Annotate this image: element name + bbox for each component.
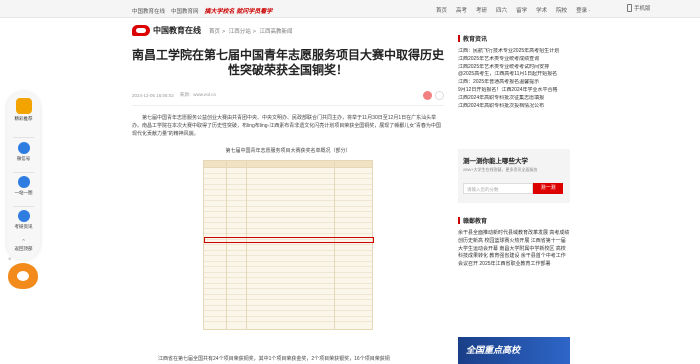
article-source: 来源：www.eol.cn: [179, 92, 217, 97]
mascot-icon[interactable]: [8, 263, 38, 289]
dock-divider: [13, 172, 34, 173]
list-item[interactable]: 江西：2025年普通高考报名温馨提示: [458, 79, 570, 87]
dock-back-top[interactable]: ⌃ 返回顶部: [7, 238, 40, 252]
wechat-icon: [17, 142, 30, 154]
top-slogan: 搞大学校名 就问学员看学: [204, 9, 273, 15]
table-row: [204, 317, 372, 322]
top-link-eol[interactable]: 中国教育在线: [132, 7, 165, 15]
mobile-link[interactable]: 手机版: [627, 4, 651, 12]
close-icon[interactable]: ×: [8, 257, 12, 263]
table-column-line: [334, 161, 335, 329]
top-links: 中国教育在线 中国教育网 搞大学校名 就问学员看学: [132, 6, 273, 16]
table-column-line: [226, 161, 227, 329]
news-icon: [17, 210, 30, 222]
dock-label: 考研资讯: [14, 224, 33, 229]
highlighted-row: [204, 237, 374, 243]
book-icon: [17, 176, 30, 188]
logo-text: 中国教育在线: [153, 26, 201, 35]
top-link-edu[interactable]: 中国教育网: [171, 7, 199, 15]
score-search-box: 测一测你能上哪些大学 28W+大学生在线答疑，更多资讯全面服务 请输入您的分数 …: [458, 149, 570, 203]
nav-gaokao[interactable]: 高考: [456, 6, 467, 14]
dock-label: 精彩推荐: [14, 116, 33, 121]
article-title: 南昌工学院在第七届中国青年志愿服务项目大赛中取得历史性突破荣获全国铜奖！: [132, 48, 445, 77]
sidebar-news: 教育资讯 江西：民航飞行技术专业2025年高考招生计划 江西2025年艺术类专业…: [458, 34, 570, 110]
article-paragraph: 第七届中国青年志愿服务公益创业大赛由共青团中央、中央文明办、民政部联合门共同主办…: [132, 115, 441, 137]
sidebar-heading: 赣鄱教育: [458, 216, 570, 225]
search-row: 请输入您的分数 测一测: [463, 183, 563, 194]
dock-label: 一站一图: [14, 190, 33, 195]
top-bar: 中国教育在线 中国教育网 搞大学校名 就问学员看学 首页 高考 考研 四六 留学…: [0, 0, 700, 18]
mobile-icon: [627, 4, 632, 12]
gift-icon: [15, 98, 32, 114]
crumb-jiangxi[interactable]: 江西分站: [229, 29, 251, 35]
sidebar-local: 赣鄱教育 余干县全面推动新时代县域教育改革发展 高考成绩创历史新高 校园篮球赛火…: [458, 216, 570, 269]
nav-colleges[interactable]: 院校: [556, 6, 567, 14]
list-item[interactable]: @2025高考生，江西高考11月1日起开始报名: [458, 71, 570, 79]
dock-wechat[interactable]: 微信号: [7, 142, 40, 162]
nav-cet[interactable]: 四六: [496, 6, 507, 14]
crumb-home[interactable]: 首页: [209, 29, 220, 35]
divider: [132, 105, 444, 106]
nav-home[interactable]: 首页: [436, 6, 447, 14]
nav-kaoyan[interactable]: 考研: [476, 6, 487, 14]
award-table-image: [203, 160, 374, 330]
left-dock: 精彩推荐 微信号 一站一图 考研资讯 ⌃ 返回顶部: [7, 92, 40, 260]
table-column-line: [246, 161, 247, 329]
list-item[interactable]: 江西2024年高职专科批次投档情况公布: [458, 103, 570, 111]
article-paragraph-2: 江西省在第七届全国共有24个项目荣获铜奖，其中1个项目荣获金奖，2个项目荣获银奖…: [158, 356, 390, 362]
breadcrumb: 首页 > 江西分站 > 江西高教新闻: [209, 28, 293, 35]
nav-login[interactable]: 登录 ·: [576, 6, 590, 14]
table-header: [204, 161, 372, 168]
list-item[interactable]: 江西：民航飞行技术专业2025年高考招生计划: [458, 48, 570, 56]
score-input[interactable]: 请输入您的分数: [463, 183, 533, 194]
search-button[interactable]: 测一测: [533, 183, 563, 194]
crumb-news[interactable]: 江西高教新闻: [260, 29, 293, 35]
logo-mark-icon: [132, 25, 150, 36]
list-item[interactable]: 江西2025年艺术类专业统考成绩查询: [458, 56, 570, 64]
share-icon[interactable]: [435, 90, 444, 100]
dock-kaoyan[interactable]: 考研资讯: [7, 210, 40, 230]
promo-banner[interactable]: 全国重点高校: [458, 337, 570, 364]
dock-recommend[interactable]: 精彩推荐: [7, 98, 40, 122]
dock-divider: [13, 137, 34, 138]
sidebar-heading: 教育资讯: [458, 34, 570, 43]
dock-map[interactable]: 一站一图: [7, 176, 40, 196]
site-header: 中国教育在线 首页 > 江西分站 > 江西高教新闻: [132, 25, 293, 36]
share-icons: [423, 90, 444, 100]
logo[interactable]: 中国教育在线: [132, 25, 201, 36]
local-news-text[interactable]: 余干县全面推动新时代县域教育改革发展 高考成绩创历史新高 校园篮球赛火热开展 江…: [458, 230, 570, 269]
dock-divider: [13, 206, 34, 207]
like-icon[interactable]: [423, 90, 432, 100]
nav-academic[interactable]: 学术: [536, 6, 547, 14]
article-caption: 第七届中国青年志愿服务项目大赛获奖名单概况（部分）: [225, 148, 351, 154]
nav-abroad[interactable]: 留学: [516, 6, 527, 14]
list-item[interactable]: 江西2025年艺术类专业统考考试时间安排: [458, 64, 570, 72]
article: 南昌工学院在第七届中国青年志愿服务项目大赛中取得历史性突破荣获全国铜奖！ 202…: [132, 48, 444, 330]
search-subtitle: 28W+大学生在线答疑，更多资讯全面服务: [463, 167, 538, 172]
news-list: 江西：民航飞行技术专业2025年高考招生计划 江西2025年艺术类专业统考成绩查…: [458, 48, 570, 110]
dock-label: 微信号: [16, 156, 31, 161]
article-meta: 2024-12-05 16:05:02 来源：www.eol.cn: [132, 90, 444, 100]
dock-label: 返回顶部: [14, 246, 33, 251]
mobile-label: 手机版: [634, 6, 651, 12]
list-item[interactable]: 江西2024年高职专科批次征集志愿填报: [458, 95, 570, 103]
search-title: 测一测你能上哪些大学: [463, 158, 528, 165]
arrow-up-icon: ⌃: [20, 239, 27, 246]
top-nav: 首页 高考 考研 四六 留学 学术 院校 登录 ·: [436, 6, 590, 14]
article-date: 2024-12-05 16:05:02: [132, 92, 174, 98]
list-item[interactable]: 9月12日开始报名！江西2024年学业水平合格: [458, 87, 570, 95]
